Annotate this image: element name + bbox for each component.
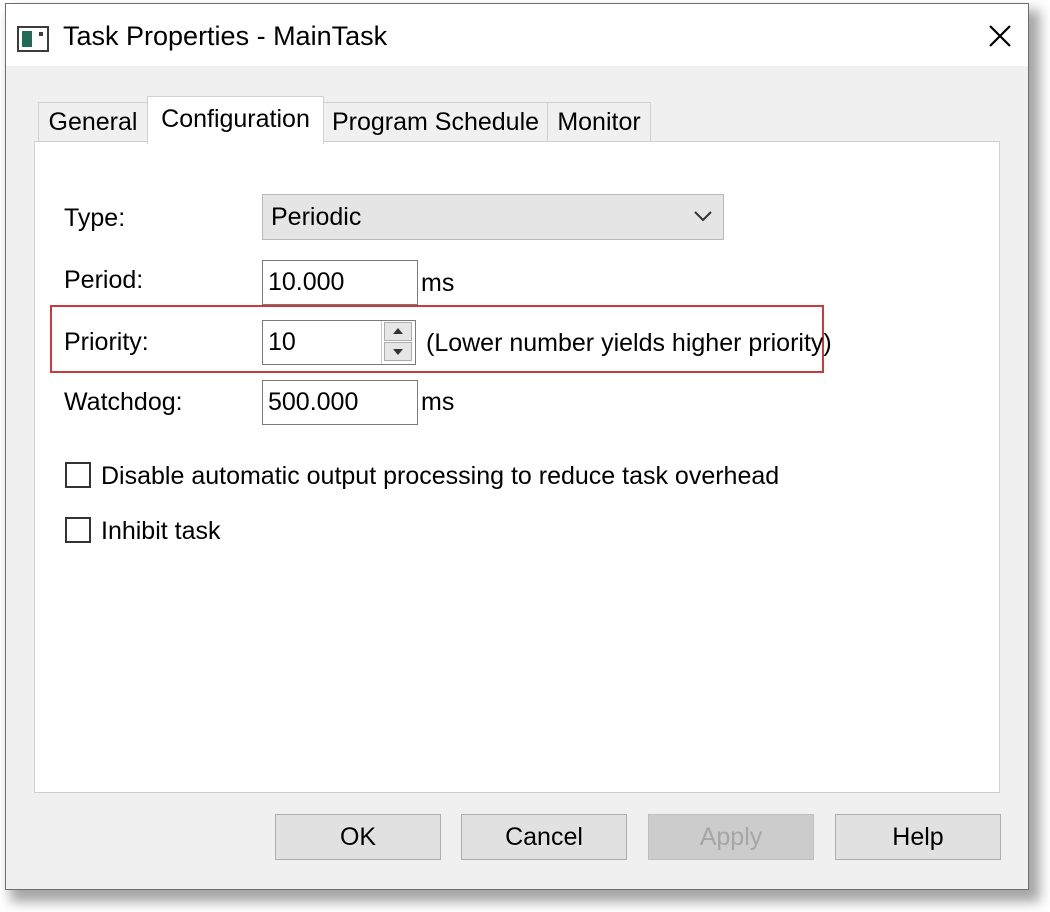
- help-button[interactable]: Help: [835, 814, 1001, 860]
- task-properties-dialog: Task Properties - MainTask General Confi…: [5, 3, 1029, 890]
- disable-output-checkbox[interactable]: [65, 462, 91, 488]
- type-dropdown[interactable]: Periodic: [262, 194, 724, 240]
- task-window-icon: [17, 26, 49, 52]
- close-button[interactable]: [976, 12, 1024, 60]
- stepper-up-button[interactable]: [384, 322, 412, 341]
- tab-monitor[interactable]: Monitor: [547, 102, 651, 142]
- period-input[interactable]: 10.000: [262, 260, 418, 305]
- tab-program-schedule[interactable]: Program Schedule: [323, 102, 548, 142]
- watchdog-label: Watchdog:: [64, 388, 183, 416]
- watchdog-input[interactable]: 500.000: [262, 380, 418, 425]
- priority-hint: (Lower number yields higher priority): [426, 329, 832, 357]
- tab-configuration[interactable]: Configuration: [147, 96, 324, 144]
- watchdog-unit: ms: [421, 388, 455, 416]
- arrow-down-icon: [393, 349, 403, 355]
- period-unit: ms: [421, 269, 455, 297]
- type-value: Periodic: [271, 203, 362, 231]
- ok-button[interactable]: OK: [275, 814, 441, 860]
- inhibit-task-label: Inhibit task: [101, 517, 221, 545]
- type-label: Type:: [64, 204, 126, 232]
- chevron-down-icon: [694, 211, 712, 222]
- arrow-up-icon: [393, 328, 403, 334]
- disable-output-label: Disable automatic output processing to r…: [101, 462, 780, 490]
- period-label: Period:: [64, 266, 144, 294]
- title-bar: Task Properties - MainTask: [6, 4, 1028, 66]
- configuration-panel: Type: Periodic Period: 10.000 ms Priorit…: [34, 141, 1000, 793]
- window-title: Task Properties - MainTask: [63, 21, 388, 51]
- cancel-button[interactable]: Cancel: [461, 814, 627, 860]
- close-icon: [989, 25, 1011, 47]
- apply-button[interactable]: Apply: [648, 814, 814, 860]
- inhibit-task-checkbox[interactable]: [65, 517, 91, 543]
- priority-label: Priority:: [64, 328, 149, 356]
- priority-stepper[interactable]: [381, 321, 415, 364]
- tab-general[interactable]: General: [38, 102, 148, 142]
- stepper-down-button[interactable]: [384, 342, 412, 361]
